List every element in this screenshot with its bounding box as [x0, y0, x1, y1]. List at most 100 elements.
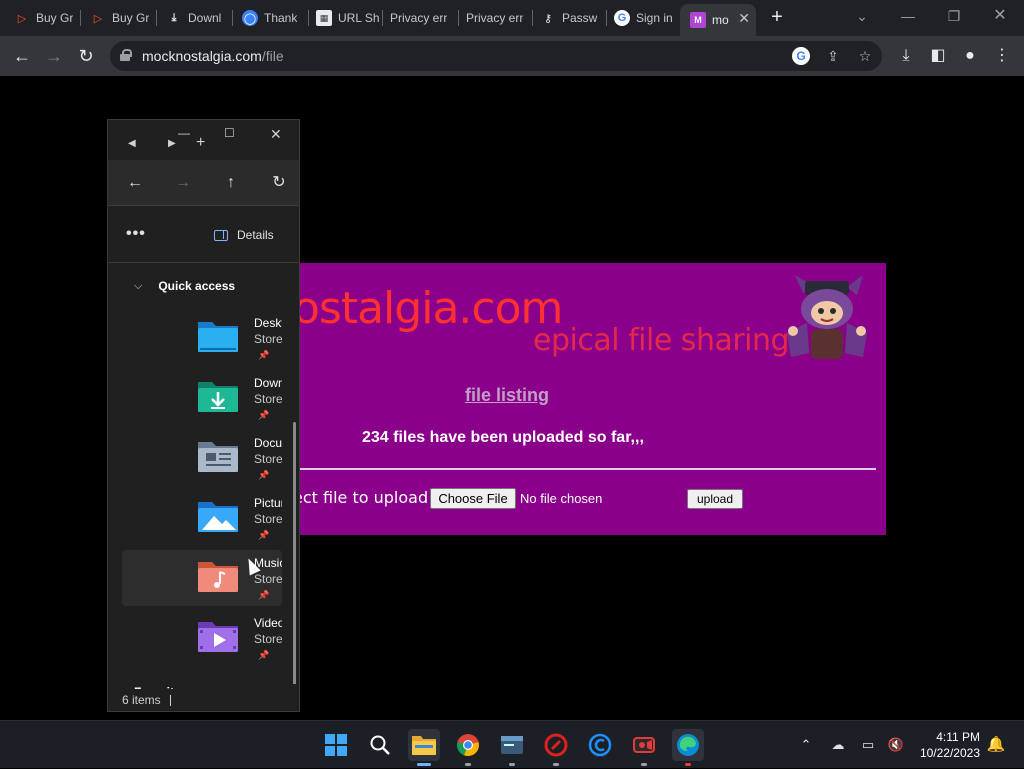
- menu-kebab-icon[interactable]: ⋮: [990, 44, 1014, 68]
- minimize-icon[interactable]: —: [178, 126, 190, 140]
- address-bar[interactable]: mocknostalgia.com/file G ⇪ ☆: [110, 41, 882, 71]
- quick-access-item-downloads[interactable]: Downloads Stored locally 📌: [122, 370, 282, 426]
- browser-tab[interactable]: ◯ Thank: [232, 4, 306, 32]
- browser-tab[interactable]: ▷ Buy Gr: [4, 4, 80, 32]
- site-logo[interactable]: ostalgia.com: [293, 283, 563, 334]
- clock[interactable]: 4:11 PM 10/22/2023: [910, 729, 980, 761]
- cat-mascot-image: [787, 275, 867, 359]
- page-icon: ▦: [316, 10, 332, 26]
- close-tab-icon[interactable]: ✕: [738, 10, 750, 27]
- details-pane-icon: [214, 229, 228, 241]
- search-button[interactable]: [364, 729, 396, 761]
- back-button[interactable]: ←: [8, 42, 36, 70]
- no-file-chosen-text: No file chosen: [520, 491, 603, 506]
- new-tab-button[interactable]: +: [766, 6, 788, 28]
- item-name: Videos: [254, 616, 282, 630]
- taskbar-app-blue[interactable]: [584, 729, 616, 761]
- url-text[interactable]: mocknostalgia.com/file: [142, 48, 284, 64]
- details-button[interactable]: Details: [214, 228, 274, 242]
- restore-button[interactable]: ❐: [932, 4, 976, 28]
- network-icon[interactable]: ▭: [858, 735, 878, 755]
- close-icon[interactable]: ✕: [270, 126, 282, 143]
- reload-button[interactable]: ↻: [72, 42, 100, 70]
- google-icon: G: [614, 10, 630, 26]
- item-name: Downloads: [254, 376, 282, 390]
- quick-access-item-videos[interactable]: Videos Stored locally 📌: [122, 610, 282, 666]
- taskbar-camera[interactable]: [628, 729, 660, 766]
- browser-tab[interactable]: ⤓ Downl: [156, 4, 230, 32]
- pin-icon: 📌: [258, 590, 270, 600]
- mocknostalgia-icon: M: [690, 12, 706, 28]
- taskbar-app-red[interactable]: [540, 729, 572, 766]
- item-name: Documents: [254, 436, 282, 450]
- share-icon[interactable]: ⇪: [824, 47, 842, 65]
- browser-tab-active[interactable]: M mo ✕: [680, 4, 756, 36]
- file-listing-link[interactable]: file listing: [465, 385, 549, 406]
- windows-taskbar: ⌃ ☁ ▭ 🔇 4:11 PM 10/22/2023 🔔: [0, 720, 1024, 768]
- quick-access-item-music[interactable]: Music Stored locally 📌: [122, 550, 282, 606]
- site-container: ostalgia.com epical file sharing file li…: [293, 263, 886, 535]
- more-options-button[interactable]: •••: [126, 225, 146, 243]
- pin-icon: 📌: [258, 410, 270, 420]
- notification-bell-icon[interactable]: 🔔: [986, 735, 1006, 755]
- scroll-tabs-right-icon[interactable]: ▶: [168, 138, 176, 149]
- download-icon: ⤓: [171, 11, 177, 24]
- browser-tab[interactable]: Privacy err: [382, 4, 454, 32]
- chevron-up-icon[interactable]: ⌃: [796, 735, 816, 755]
- tab-title: mo: [712, 13, 729, 27]
- tab-title: Buy Gr: [36, 11, 74, 25]
- explorer-title-bar: ◀ ▶ + — ☐ ✕: [108, 120, 299, 160]
- tab-search-icon[interactable]: ⌄: [840, 4, 884, 28]
- taskbar-file-explorer[interactable]: [408, 729, 440, 766]
- blue-circle-icon: ◯: [242, 10, 258, 26]
- new-tab-icon[interactable]: +: [196, 134, 205, 152]
- navigation-pane: ⌵ Quick access Desktop Stored locally 📌 …: [108, 264, 299, 684]
- quick-access-item-documents[interactable]: Documents Stored locally 📌: [122, 430, 282, 486]
- close-window-button[interactable]: ✕: [978, 4, 1022, 28]
- blue-c-app-icon: [588, 733, 612, 757]
- quick-access-header[interactable]: ⌵ Quick access: [134, 279, 235, 293]
- minimize-button[interactable]: —: [886, 4, 930, 28]
- up-arrow-icon[interactable]: ↑: [220, 172, 242, 194]
- start-button[interactable]: [320, 729, 352, 761]
- browser-tab[interactable]: Privacy err: [458, 4, 530, 32]
- browser-tab[interactable]: G Sign in: [604, 4, 678, 32]
- quick-access-item-pictures[interactable]: Pictures Stored locally 📌: [122, 490, 282, 546]
- browser-toolbar: ← → ↻ mocknostalgia.com/file G ⇪ ☆ ⤓ ◧ ●…: [0, 36, 1024, 76]
- taskbar-chrome[interactable]: [452, 729, 484, 766]
- scrollbar[interactable]: [293, 422, 296, 684]
- upload-count-text: 234 files have been uploaded so far,,,: [362, 429, 644, 446]
- browser-tab[interactable]: ▷ Buy Gr: [80, 4, 154, 32]
- bookmark-star-icon[interactable]: ☆: [856, 47, 874, 65]
- google-lens-icon[interactable]: G: [792, 47, 810, 65]
- pin-icon: 📌: [258, 350, 270, 360]
- forward-button[interactable]: →: [40, 42, 68, 70]
- browser-tab[interactable]: ▦ URL Sh: [306, 4, 380, 32]
- choose-file-button[interactable]: Choose File: [430, 488, 516, 509]
- select-file-label: ect file to upload:: [293, 488, 434, 507]
- profile-icon[interactable]: ●: [958, 44, 982, 68]
- refresh-icon[interactable]: ↻: [268, 172, 290, 194]
- back-arrow-icon[interactable]: ←: [124, 172, 146, 194]
- status-bar: 6 items: [108, 689, 299, 711]
- browser-tab[interactable]: ⚷ Passw: [530, 4, 604, 32]
- quick-access-item-desktop[interactable]: Desktop Stored locally 📌: [122, 310, 282, 366]
- tab-title: Buy Gr: [112, 11, 150, 25]
- upload-button[interactable]: upload: [687, 489, 743, 509]
- key-icon: ⚷: [543, 12, 553, 25]
- pictures-folder-icon: [198, 502, 238, 532]
- red-app-icon: [544, 733, 568, 757]
- volume-muted-icon[interactable]: 🔇: [886, 735, 906, 755]
- taskbar-terminal[interactable]: [496, 729, 528, 766]
- maximize-icon[interactable]: ☐: [224, 126, 235, 140]
- scroll-tabs-left-icon[interactable]: ◀: [128, 138, 136, 149]
- folder-icon: [412, 736, 436, 755]
- forward-arrow-icon[interactable]: →: [172, 172, 194, 194]
- desktop-folder-icon: [198, 322, 238, 352]
- videos-folder-icon: [198, 622, 238, 652]
- side-panel-icon[interactable]: ◧: [926, 44, 950, 68]
- onedrive-cloud-icon[interactable]: ☁: [828, 735, 848, 755]
- taskbar-edge[interactable]: [672, 729, 704, 766]
- downloads-icon[interactable]: ⤓: [894, 44, 918, 68]
- item-subtitle: Stored locally: [254, 452, 282, 466]
